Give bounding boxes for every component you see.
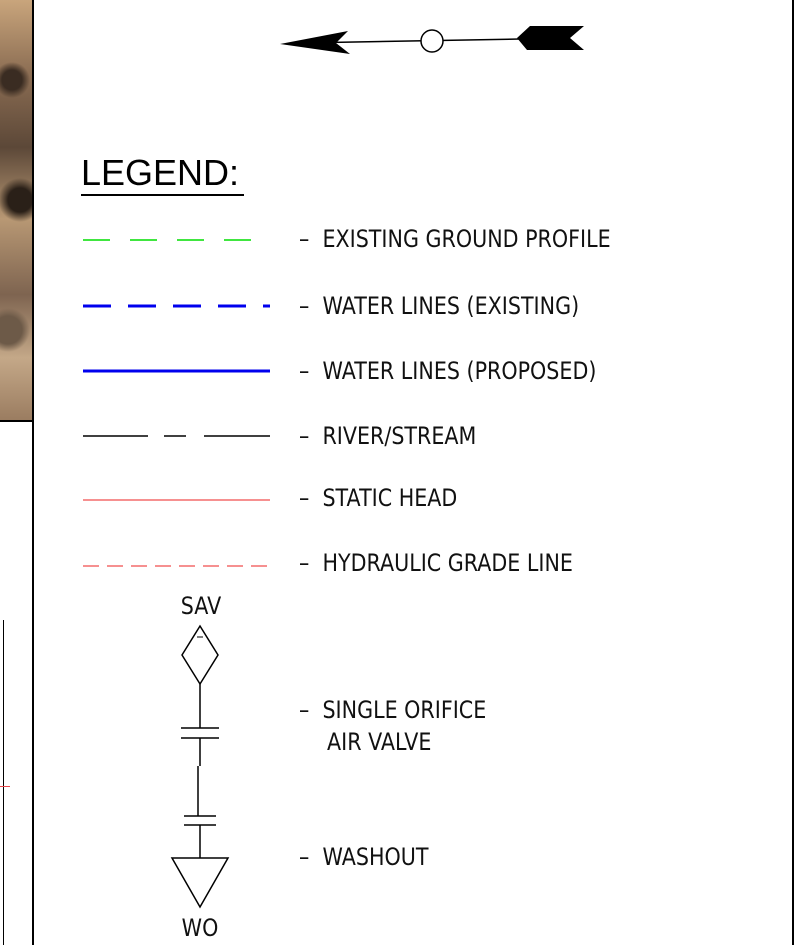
legend-label-hydraulic-grade-line: – HYDRAULIC GRADE LINE	[299, 549, 573, 577]
legend-label-water-lines-proposed: – WATER LINES (PROPOSED)	[299, 357, 597, 385]
sav-tag: SAV	[180, 592, 222, 620]
north-arrow-icon	[280, 26, 584, 54]
legend-graphics	[83, 26, 584, 909]
legend-label-water-lines-existing: – WATER LINES (EXISTING)	[299, 292, 580, 320]
legend-label-river-stream: – RIVER/STREAM	[299, 422, 477, 450]
sav-label-line1: – SINGLE ORIFICE	[299, 696, 487, 724]
air-valve-symbol-icon	[181, 624, 219, 816]
washout-symbol-icon	[170, 815, 230, 909]
legend-label-existing-ground-profile: – EXISTING GROUND PROFILE	[299, 225, 611, 253]
sav-label-line2: AIR VALVE	[327, 728, 432, 756]
legend-title: LEGEND:	[81, 152, 240, 193]
legend-title-underline	[81, 194, 244, 196]
wo-tag: WO	[181, 914, 219, 942]
legend-label-static-head: – STATIC HEAD	[299, 484, 458, 512]
washout-label: – WASHOUT	[299, 843, 429, 871]
